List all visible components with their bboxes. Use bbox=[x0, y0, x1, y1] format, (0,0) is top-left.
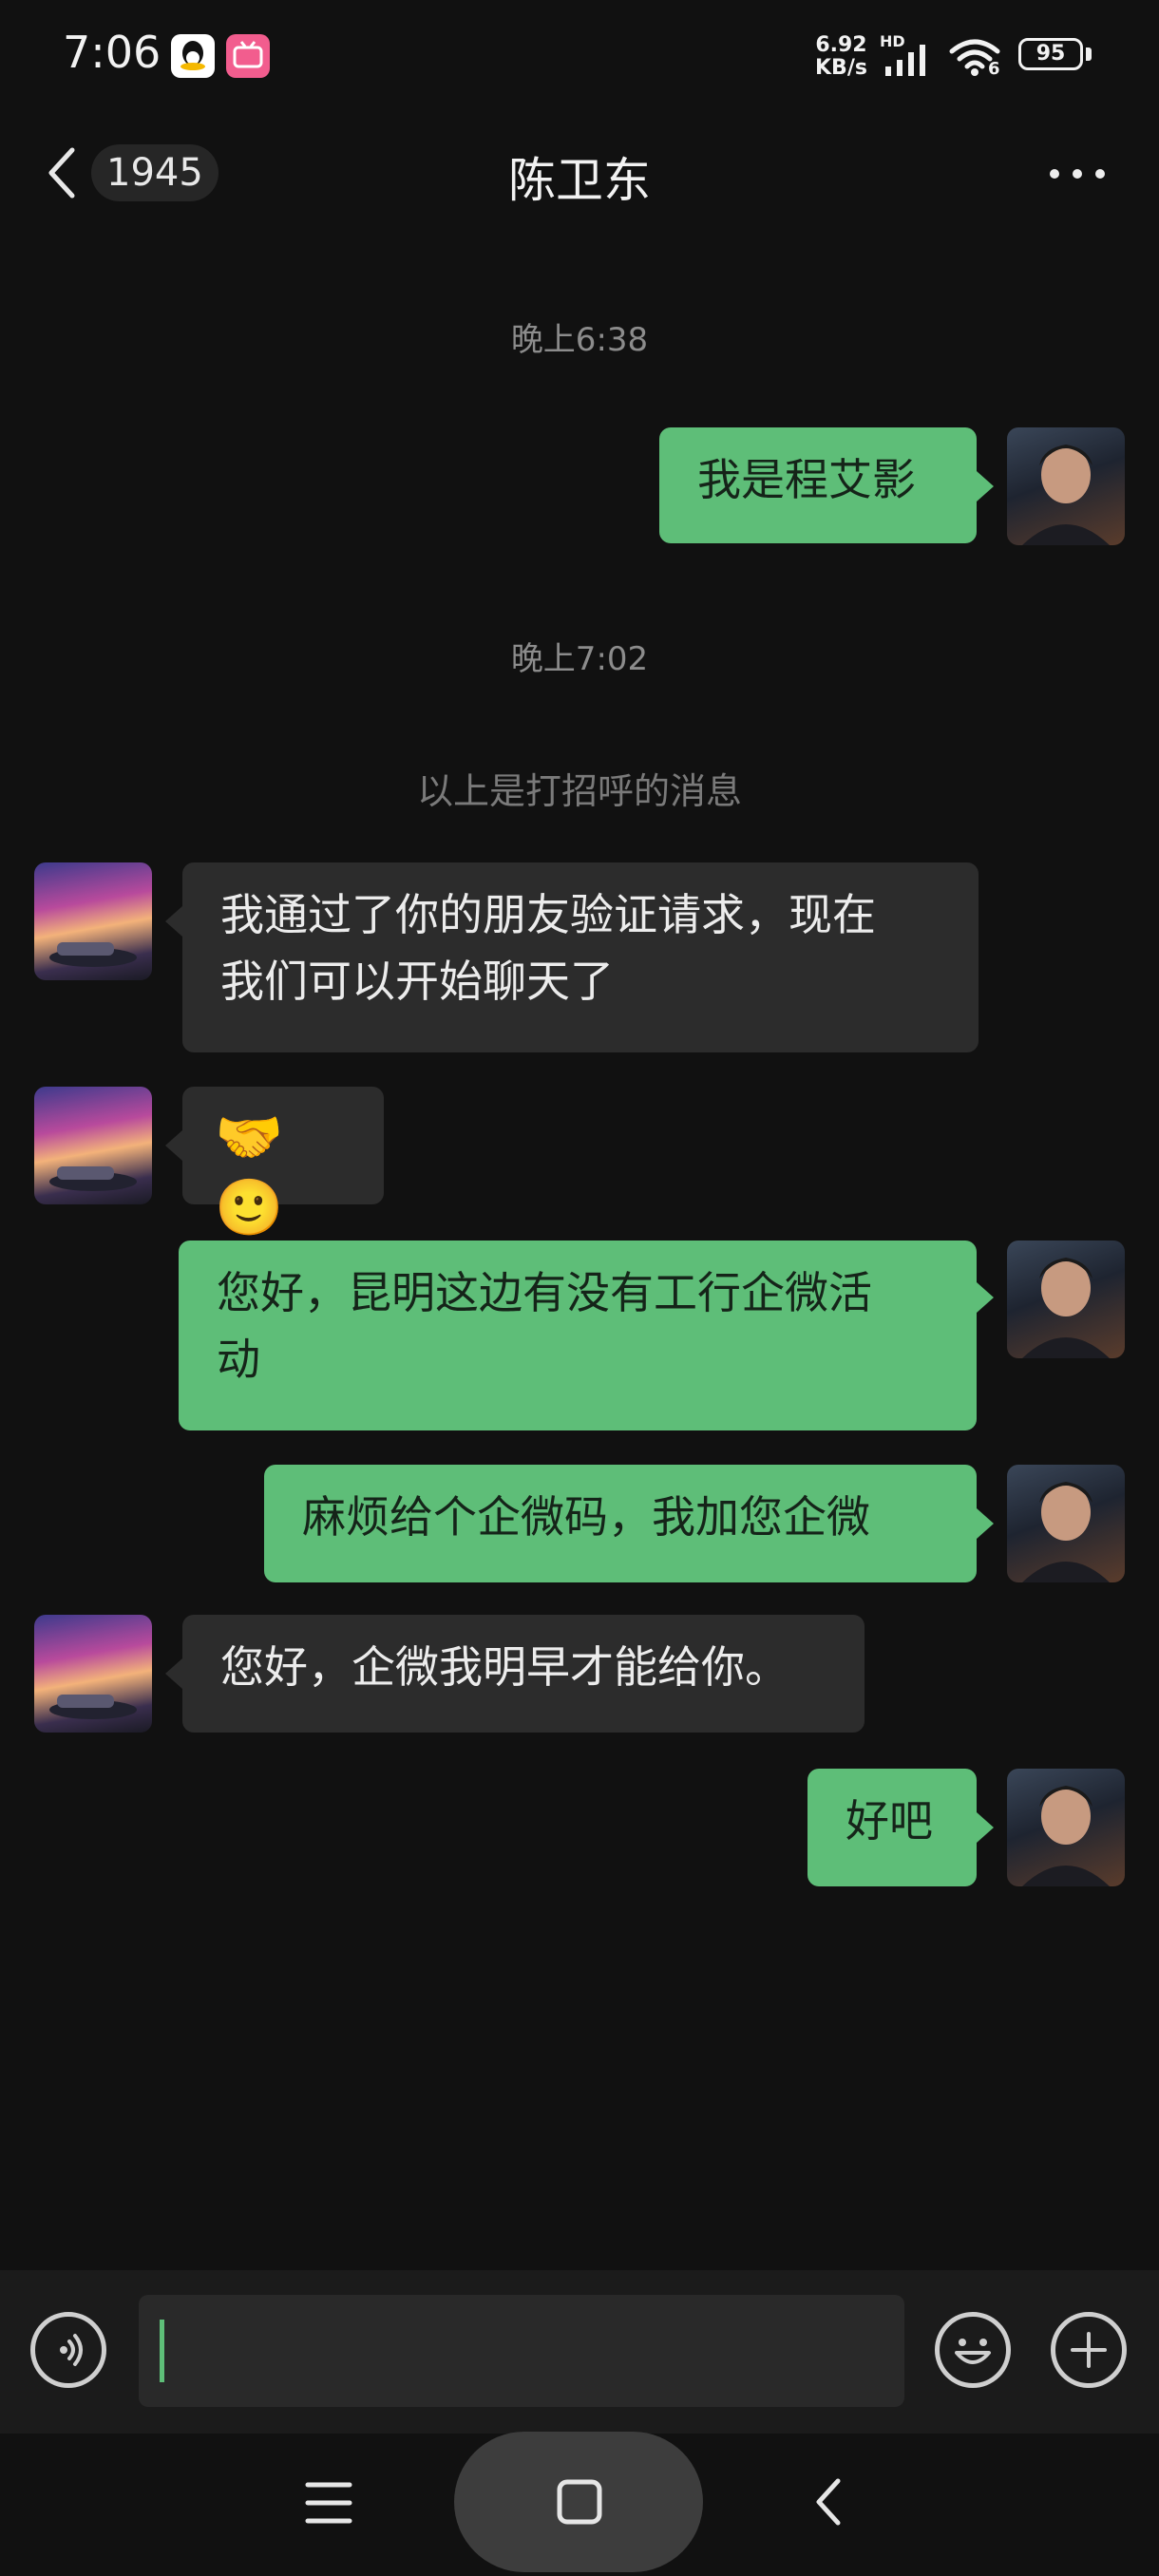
home-icon[interactable] bbox=[555, 2477, 604, 2530]
bubble-tail bbox=[977, 1282, 994, 1313]
message-bubble-outgoing[interactable]: 您好，昆明这边有没有工行企微活 动 bbox=[179, 1241, 977, 1430]
chat-title: 陈卫东 bbox=[508, 153, 651, 208]
bilibili-icon bbox=[226, 34, 270, 78]
status-time: 7:06 bbox=[63, 27, 162, 78]
more-icon[interactable] bbox=[1045, 160, 1112, 192]
battery-icon: 95 bbox=[1018, 38, 1083, 70]
avatar-contact[interactable] bbox=[34, 1087, 152, 1204]
message-bubble-incoming[interactable]: 🤝🙂 bbox=[182, 1087, 384, 1240]
avatar-contact[interactable] bbox=[34, 862, 152, 980]
message-text: 您好，企微我明早才能给你。 bbox=[220, 1641, 788, 1693]
bubble-tail bbox=[977, 471, 994, 502]
back-icon[interactable] bbox=[809, 2475, 847, 2532]
message-text-line: 动 bbox=[217, 1334, 260, 1385]
message-bubble-incoming[interactable]: 我通过了你的朋友验证请求，现在 我们可以开始聊天了 bbox=[182, 862, 978, 1052]
message-text-line: 我通过了你的朋友验证请求，现在 bbox=[220, 889, 876, 940]
unread-count-badge[interactable]: 1945 bbox=[91, 144, 218, 201]
message-bubble-outgoing[interactable]: 麻烦给个企微码，我加您企微 bbox=[264, 1465, 977, 1582]
signal-icon bbox=[882, 44, 937, 80]
timestamp: 晚上7:02 bbox=[510, 640, 649, 678]
message-text-line: 我们可以开始聊天了 bbox=[220, 956, 614, 1007]
timestamp: 晚上6:38 bbox=[510, 321, 649, 359]
emoji-icon[interactable] bbox=[935, 2312, 1011, 2388]
avatar-self[interactable] bbox=[1007, 1769, 1125, 1886]
greeting-notice: 以上是打招呼的消息 bbox=[416, 770, 742, 812]
menu-icon[interactable] bbox=[302, 2479, 355, 2530]
avatar-contact[interactable] bbox=[34, 1615, 152, 1733]
emoji-text: 🤝🙂 bbox=[215, 1105, 284, 1240]
message-bubble-outgoing[interactable]: 我是程艾影 bbox=[659, 427, 977, 543]
message-text: 麻烦给个企微码，我加您企微 bbox=[302, 1491, 870, 1543]
message-input[interactable] bbox=[139, 2295, 904, 2407]
wifi-sub-label: 6 bbox=[988, 59, 1000, 79]
network-speed: 6.92 KB/s bbox=[815, 34, 867, 80]
bubble-tail bbox=[165, 906, 182, 937]
text-cursor bbox=[160, 2320, 164, 2382]
network-speed-unit: KB/s bbox=[815, 56, 867, 80]
plus-icon[interactable] bbox=[1051, 2312, 1127, 2388]
avatar-self[interactable] bbox=[1007, 427, 1125, 545]
voice-icon[interactable] bbox=[30, 2312, 106, 2388]
bubble-tail bbox=[165, 1130, 182, 1161]
message-bubble-outgoing[interactable]: 好吧 bbox=[808, 1769, 977, 1886]
message-text: 我是程艾影 bbox=[697, 454, 916, 505]
bubble-tail bbox=[165, 1658, 182, 1689]
bubble-tail bbox=[977, 1812, 994, 1843]
network-speed-value: 6.92 bbox=[815, 33, 867, 57]
back-chevron-icon[interactable] bbox=[44, 144, 82, 205]
battery-tip bbox=[1086, 47, 1092, 61]
bubble-tail bbox=[977, 1508, 994, 1539]
message-text-line: 您好，昆明这边有没有工行企微活 bbox=[217, 1267, 872, 1318]
message-bubble-incoming[interactable]: 您好，企微我明早才能给你。 bbox=[182, 1615, 864, 1733]
qq-icon bbox=[171, 34, 215, 78]
message-text: 好吧 bbox=[846, 1795, 933, 1847]
avatar-self[interactable] bbox=[1007, 1241, 1125, 1358]
avatar-self[interactable] bbox=[1007, 1465, 1125, 1582]
